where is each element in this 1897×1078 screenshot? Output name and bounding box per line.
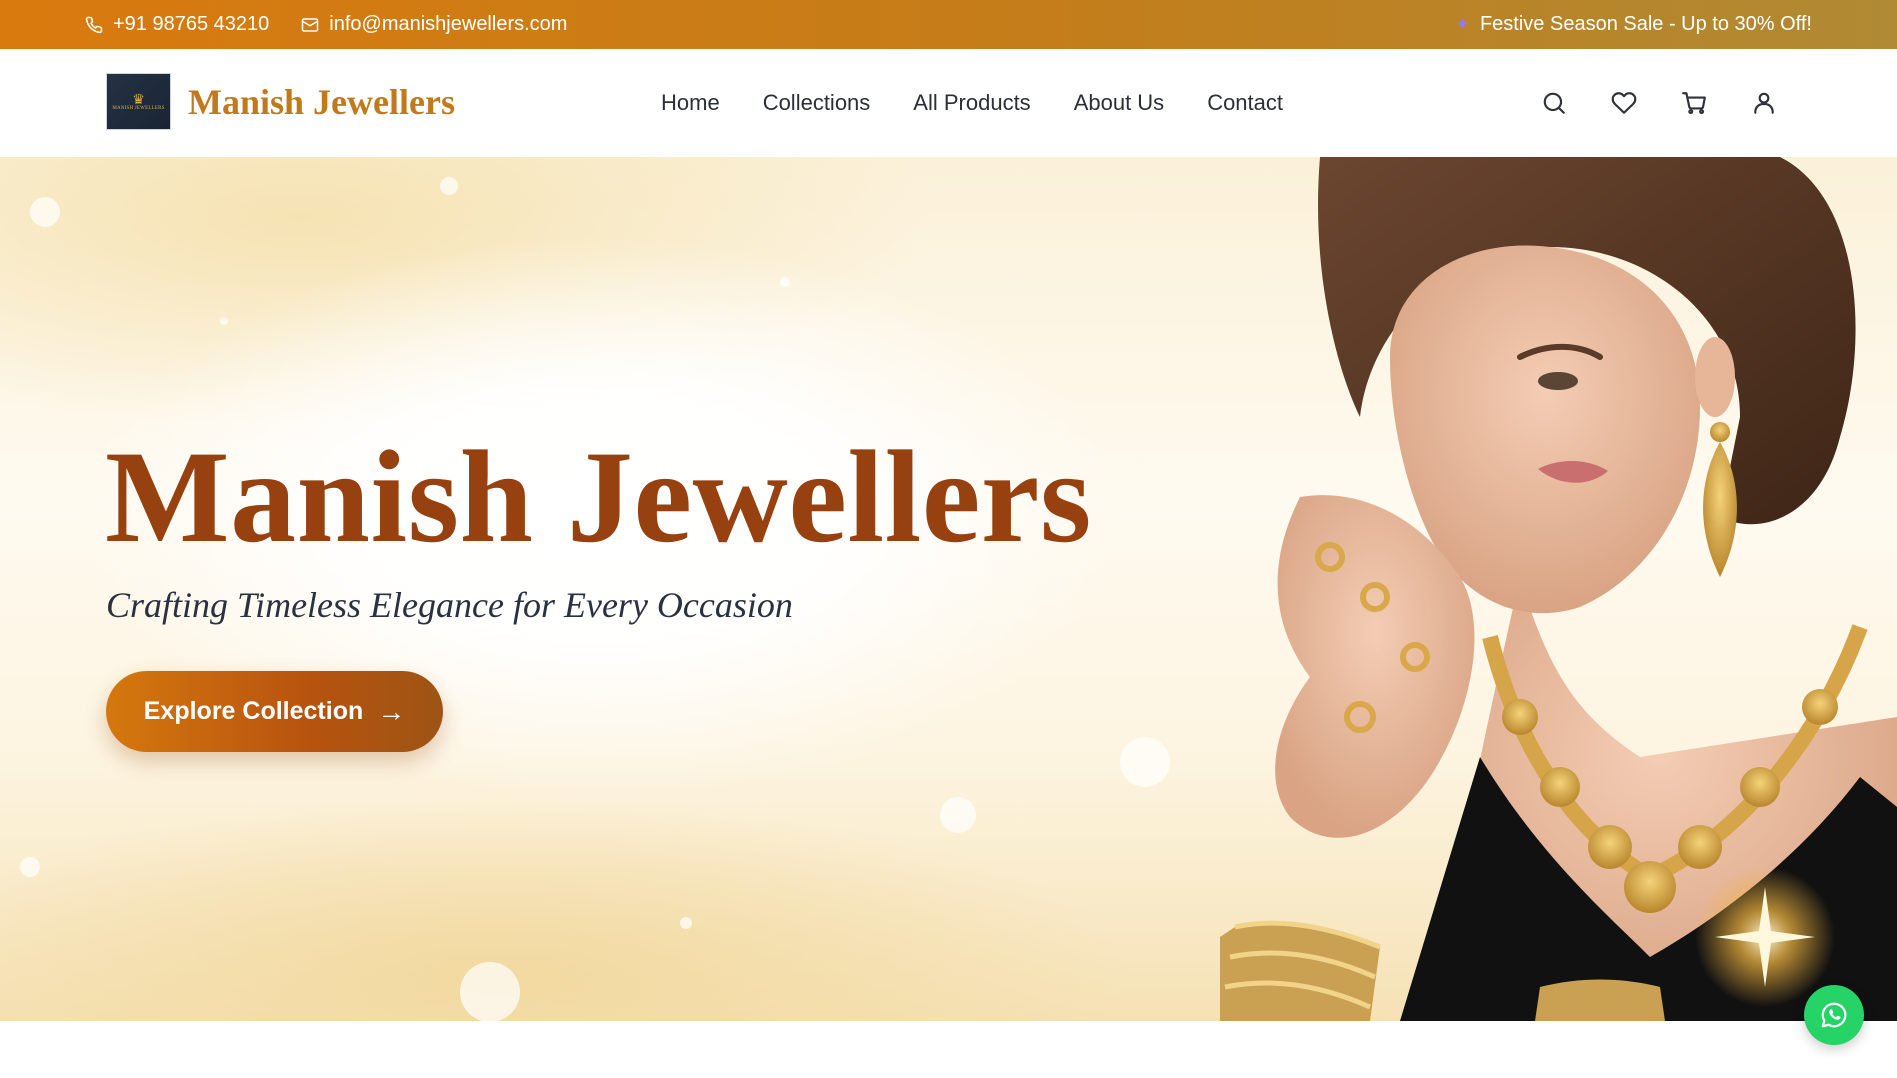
hero-subtitle: Crafting Timeless Elegance for Every Occ…	[106, 585, 793, 625]
arrow-right-icon: →	[377, 695, 406, 727]
main-nav: Home Collections All Products About Us C…	[661, 49, 1283, 157]
cart-icon[interactable]	[1681, 90, 1707, 116]
explore-collection-label: Explore Collection	[143, 697, 364, 725]
whatsapp-chat-button[interactable]	[1804, 985, 1864, 1045]
whatsapp-icon	[1821, 1002, 1847, 1028]
top-bar: +91 98765 43210 info@manishjewellers.com…	[0, 0, 1897, 49]
promo-banner: ✦ Festive Season Sale - Up to 30% Off!	[1455, 0, 1812, 49]
sparkle-icon: ✦	[1454, 14, 1470, 34]
phone-icon	[85, 16, 103, 33]
site-header: ♛ MANISH JEWELLERS Manish Jewellers Home…	[0, 49, 1897, 157]
phone-number: +91 98765 43210	[113, 13, 270, 35]
explore-collection-button[interactable]: Explore Collection →	[106, 671, 443, 752]
email-address: info@manishjewellers.com	[329, 13, 568, 35]
logo-text: MANISH JEWELLERS	[112, 106, 165, 111]
phone-link[interactable]: +91 98765 43210	[85, 13, 269, 36]
crown-icon: ♛	[132, 91, 145, 107]
nav-all-products[interactable]: All Products	[913, 90, 1030, 116]
user-icon[interactable]	[1751, 90, 1777, 116]
hero-title: Manish Jewellers	[105, 423, 1092, 570]
model-portrait-image	[1220, 157, 1897, 1021]
brand-logo-link[interactable]: ♛ MANISH JEWELLERS Manish Jewellers	[106, 73, 455, 130]
brand-name: Manish Jewellers	[188, 81, 455, 122]
heart-icon[interactable]	[1611, 90, 1637, 116]
nav-home[interactable]: Home	[661, 90, 720, 116]
mail-icon	[302, 17, 319, 32]
nav-collections[interactable]: Collections	[763, 90, 871, 116]
header-tools	[1541, 49, 1777, 157]
hero-banner: Manish Jewellers Crafting Timeless Elega…	[0, 157, 1897, 1021]
email-link[interactable]: info@manishjewellers.com	[301, 13, 567, 36]
nav-contact[interactable]: Contact	[1207, 90, 1283, 116]
search-icon[interactable]	[1541, 90, 1567, 116]
top-bar-contact: +91 98765 43210 info@manishjewellers.com	[85, 0, 599, 49]
logo-image: ♛ MANISH JEWELLERS	[106, 73, 171, 130]
promo-text: Festive Season Sale - Up to 30% Off!	[1479, 13, 1812, 35]
nav-about-us[interactable]: About Us	[1074, 90, 1165, 116]
